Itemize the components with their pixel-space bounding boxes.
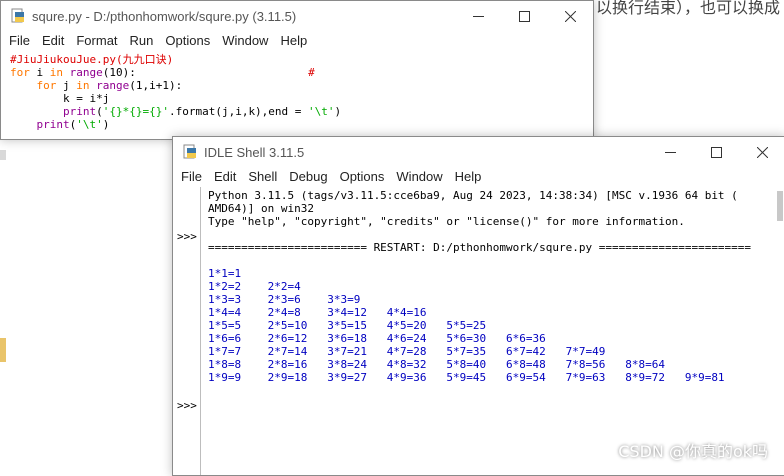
- code-text: j: [56, 79, 77, 92]
- menu-window[interactable]: Window: [216, 31, 274, 51]
- maximize-button[interactable]: [693, 137, 739, 167]
- menu-options[interactable]: Options: [159, 31, 216, 51]
- menu-window[interactable]: Window: [390, 167, 448, 187]
- output-line: 1*6=6 2*6=12 3*6=18 4*6=24 5*6=30 6*6=36: [208, 332, 546, 345]
- idle-app-icon: [11, 8, 24, 23]
- output-line: 1*5=5 2*5=10 3*5=15 4*5=20 5*5=25: [208, 319, 487, 332]
- minimize-button[interactable]: [647, 137, 693, 167]
- code-text: k = i*j: [10, 92, 110, 105]
- code-builtin: print: [36, 118, 70, 131]
- background-strip: [0, 150, 6, 160]
- shell-titlebar[interactable]: IDLE Shell 3.11.5: [173, 137, 784, 167]
- code-line: for i in range(10): #: [10, 66, 593, 79]
- code-builtin: range: [69, 66, 103, 79]
- close-icon: [564, 10, 576, 22]
- shell-output-area[interactable]: Python 3.11.5 (tags/v3.11.5:cce6ba9, Aug…: [208, 189, 751, 384]
- menu-shell[interactable]: Shell: [242, 167, 283, 187]
- close-button[interactable]: [547, 1, 593, 31]
- banner-line: Type "help", "copyright", "credits" or "…: [208, 215, 685, 228]
- background-caption: 以换行结束），也可以换成: [596, 0, 781, 17]
- menu-debug[interactable]: Debug: [283, 167, 333, 187]
- banner-line: AMD64)] on win32: [208, 202, 314, 215]
- close-button[interactable]: [739, 137, 784, 167]
- output-line: 1*4=4 2*4=8 3*4=12 4*4=16: [208, 306, 427, 319]
- output-line: 1*3=3 2*3=6 3*3=9: [208, 293, 361, 306]
- maximize-icon: [518, 10, 530, 22]
- menu-help[interactable]: Help: [274, 31, 313, 51]
- output-line: 1*2=2 2*2=4: [208, 280, 301, 293]
- editor-window-title: squre.py - D:/pthonhomwork/squre.py (3.1…: [32, 8, 297, 24]
- output-line: 1*9=9 2*9=18 3*9=27 4*9=36 5*9=45 6*9=54…: [208, 371, 725, 384]
- restart-line: ======================== RESTART: D:/pth…: [208, 241, 752, 254]
- minimize-icon: [664, 151, 676, 153]
- csdn-watermark: CSDN @你真的ok吗: [618, 442, 768, 461]
- banner-line: Python 3.11.5 (tags/v3.11.5:cce6ba9, Aug…: [208, 189, 738, 202]
- background-strip: [0, 338, 6, 362]
- code-text: (1,i+1):: [129, 79, 183, 92]
- code-keyword: in: [49, 66, 63, 79]
- code-string: '\t': [76, 118, 103, 131]
- output-line: 1*8=8 2*8=16 3*8=24 4*8=32 5*8=40 6*8=48…: [208, 358, 665, 371]
- close-icon: [756, 146, 768, 158]
- code-line: print('{}*{}={}'.format(j,i,k),end = '\t…: [10, 105, 593, 118]
- output-line: 1*7=7 2*7=14 3*7=21 4*7=28 5*7=35 6*7=42…: [208, 345, 606, 358]
- shell-window-title: IDLE Shell 3.11.5: [204, 144, 305, 160]
- code-line: #JiuJiukouJue.py(九九口诀): [10, 53, 593, 66]
- code-string: '\t': [308, 105, 335, 118]
- shell-prompt: >>>: [177, 399, 197, 412]
- code-text: ): [334, 105, 342, 118]
- code-keyword: in: [76, 79, 90, 92]
- menu-file[interactable]: File: [175, 167, 208, 187]
- code-comment: #JiuJiukouJue.py(九九口诀): [10, 53, 174, 66]
- minimize-icon: [472, 15, 484, 17]
- code-text: .format(j,i,k),end =: [168, 105, 309, 118]
- editor-titlebar[interactable]: squre.py - D:/pthonhomwork/squre.py (3.1…: [1, 1, 593, 31]
- code-text: i: [29, 66, 50, 79]
- code-line: k = i*j: [10, 92, 593, 105]
- output-line: 1*1=1: [208, 267, 242, 280]
- code-text: (10):: [102, 66, 136, 79]
- menu-edit[interactable]: Edit: [208, 167, 242, 187]
- code-text: ): [102, 118, 110, 131]
- editor-window: squre.py - D:/pthonhomwork/squre.py (3.1…: [0, 0, 594, 140]
- editor-menubar: File Edit Format Run Options Window Help: [1, 31, 593, 51]
- code-text: (: [96, 105, 103, 118]
- shell-window: IDLE Shell 3.11.5 File Edit Shell Debug …: [172, 136, 784, 476]
- code-editor[interactable]: #JiuJiukouJue.py(九九口诀) for i in range(10)…: [1, 51, 593, 131]
- code-line: for j in range(1,i+1):: [10, 79, 593, 92]
- menu-help[interactable]: Help: [449, 167, 488, 187]
- code-comment: #: [308, 66, 315, 79]
- menu-edit[interactable]: Edit: [36, 31, 70, 51]
- shell-scrollbar-thumb[interactable]: [777, 191, 783, 221]
- shell-prompt: >>>: [177, 230, 197, 243]
- maximize-icon: [710, 146, 722, 158]
- code-keyword: for: [36, 79, 57, 92]
- minimize-button[interactable]: [455, 1, 501, 31]
- idle-app-icon: [183, 144, 196, 159]
- menu-file[interactable]: File: [3, 31, 36, 51]
- code-builtin: print: [62, 105, 97, 118]
- menu-options[interactable]: Options: [334, 167, 391, 187]
- code-string: '{}*{}={}': [102, 105, 169, 118]
- code-builtin: range: [96, 79, 130, 92]
- menu-run[interactable]: Run: [124, 31, 160, 51]
- maximize-button[interactable]: [501, 1, 547, 31]
- code-keyword: for: [10, 66, 30, 79]
- menu-format[interactable]: Format: [70, 31, 123, 51]
- code-line: print('\t'): [10, 118, 593, 131]
- shell-menubar: File Edit Shell Debug Options Window Hel…: [173, 167, 784, 187]
